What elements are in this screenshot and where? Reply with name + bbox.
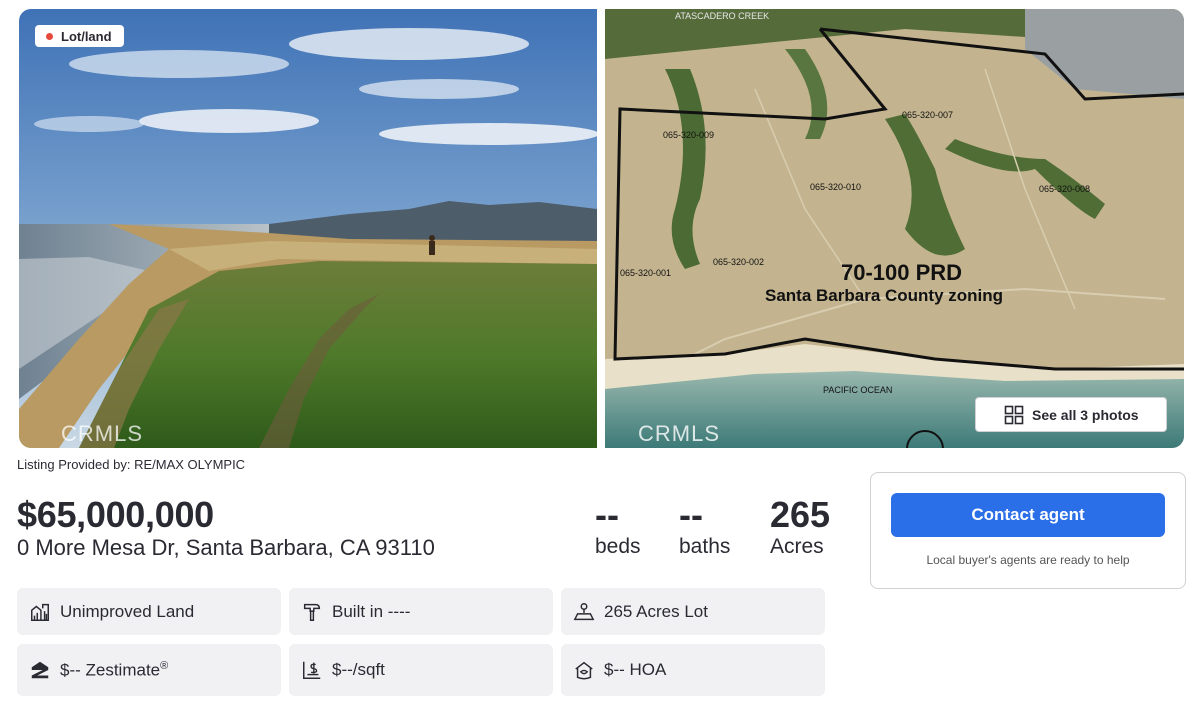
fact-hoa: $-- HOA	[561, 644, 825, 696]
listing-type-badge: Lot/land	[35, 25, 124, 47]
lot-size-icon	[573, 602, 595, 620]
coastal-bluff-image	[19, 9, 597, 448]
price-per-sqft-icon	[303, 661, 321, 679]
photo-watermark: CRMLS	[61, 421, 144, 446]
fact-hoa-label: $-- HOA	[604, 660, 667, 679]
ocean-label: PACIFIC OCEAN	[823, 385, 892, 395]
contact-agent-note: Local buyer's agents are ready to help	[926, 553, 1130, 567]
hoa-icon	[575, 661, 593, 680]
parcel-label: 065-320-009	[663, 130, 714, 140]
hammer-icon	[303, 603, 321, 621]
fact-zestimate-text: $-- Zestimate	[60, 660, 161, 680]
zoning-title: 70-100 PRD	[841, 260, 962, 285]
baths-label: baths	[679, 535, 731, 558]
baths-value: --	[679, 494, 703, 535]
aerial-zoning-map-image: 065-320-009 065-320-007 065-320-010 065-…	[605, 9, 1184, 448]
parcel-label: 065-320-010	[810, 182, 861, 192]
creek-label: ATASCADERO CREEK	[675, 11, 769, 21]
listing-address: 0 More Mesa Dr, Santa Barbara, CA 93110	[17, 535, 435, 560]
fact-year-built-label: Built in ----	[332, 601, 411, 621]
fact-home-type-label: Unimproved Land	[60, 601, 195, 621]
grid-icon	[1004, 405, 1024, 424]
baths-stat: -- baths	[679, 495, 730, 559]
building-chart-icon	[31, 603, 49, 621]
listing-price: $65,000,000	[17, 494, 214, 535]
fact-price-per-sqft: $--/sqft	[289, 644, 553, 696]
parcel-label: 065-320-007	[902, 110, 953, 120]
acres-label: Acres	[770, 535, 824, 558]
acres-stat: 265 Acres	[770, 495, 830, 559]
fact-lot-size: 265 Acres Lot	[561, 588, 825, 635]
beds-stat: -- beds	[595, 495, 641, 559]
listing-type-label: Lot/land	[61, 28, 112, 44]
registered-mark: ®	[160, 659, 169, 672]
parcel-label: 065-320-008	[1039, 184, 1090, 194]
fact-year-built: Built in ----	[289, 588, 553, 635]
beds-value: --	[595, 494, 619, 535]
fact-zestimate-label: $-- Zestimate®	[60, 660, 168, 681]
fact-lot-size-label: 265 Acres Lot	[604, 601, 708, 621]
zillow-logo-icon	[31, 661, 49, 679]
fact-zestimate: $-- Zestimate®	[17, 644, 281, 696]
acres-value: 265	[770, 494, 831, 535]
listing-photo-map[interactable]: 065-320-009 065-320-007 065-320-010 065-…	[605, 9, 1184, 448]
parcel-label: 065-320-001	[620, 268, 671, 278]
fact-price-per-sqft-label: $--/sqft	[332, 660, 385, 679]
zoning-subtitle: Santa Barbara County zoning	[765, 286, 1003, 305]
photo-watermark: CRMLS	[638, 421, 721, 446]
listing-provided-by: Listing Provided by: RE/MAX OLYMPIC	[17, 457, 246, 472]
see-all-photos-button[interactable]: See all 3 photos	[975, 397, 1167, 432]
status-dot-icon	[46, 32, 53, 40]
see-all-photos-label: See all 3 photos	[1032, 406, 1139, 423]
listing-photo-main[interactable]: CRMLS	[19, 9, 597, 448]
parcel-label: 065-320-002	[713, 257, 764, 267]
beds-label: beds	[595, 535, 641, 558]
contact-agent-button[interactable]: Contact agent	[891, 493, 1165, 537]
fact-home-type: Unimproved Land	[17, 588, 281, 635]
contact-agent-card: Contact agent Local buyer's agents are r…	[870, 472, 1186, 589]
